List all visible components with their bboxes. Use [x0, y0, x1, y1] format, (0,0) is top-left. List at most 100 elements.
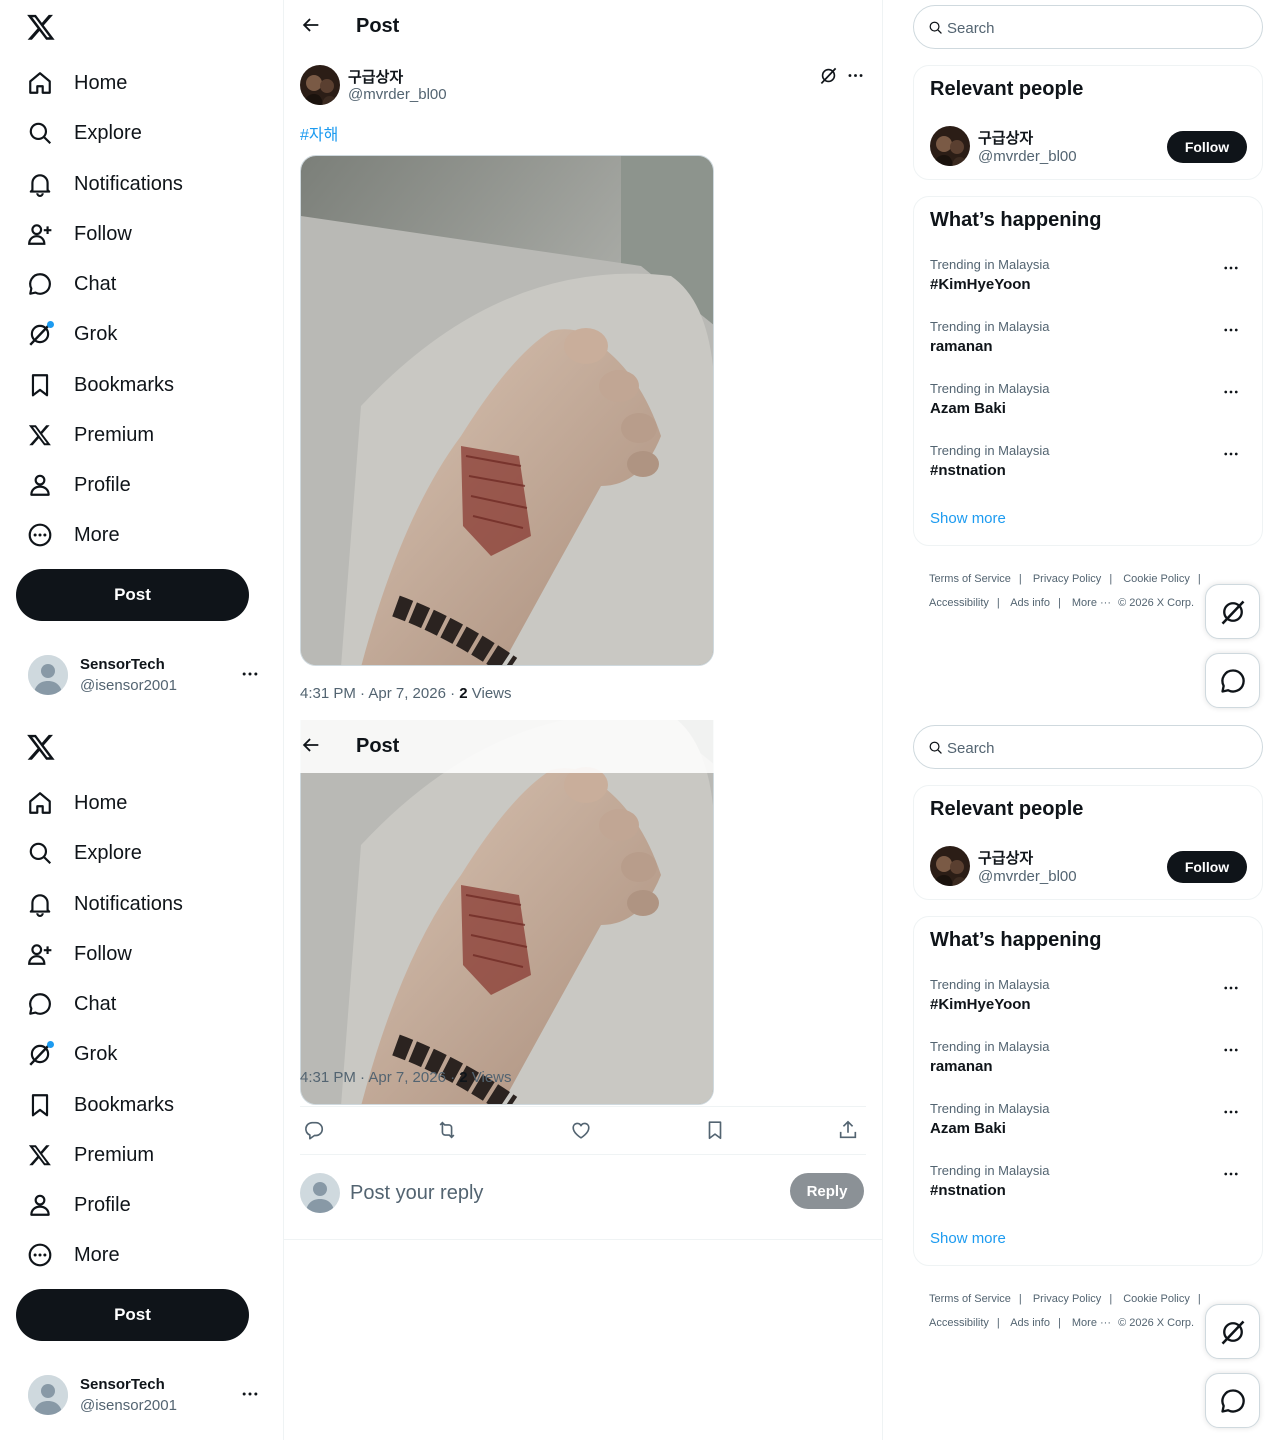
like-icon[interactable] — [570, 1119, 594, 1143]
x-logo-icon[interactable] — [26, 732, 58, 764]
nav-explore[interactable]: Explore — [16, 111, 142, 155]
more-dots-icon[interactable] — [1222, 979, 1240, 997]
search-input[interactable] — [947, 737, 1247, 759]
nav-grok[interactable]: Grok — [16, 312, 117, 356]
account-handle: @isensor2001 — [80, 1397, 177, 1414]
trend-item[interactable]: Trending in Malaysia #KimHyeYoon — [930, 977, 1248, 1027]
post-image[interactable] — [300, 720, 714, 1105]
share-icon[interactable] — [837, 1119, 861, 1143]
chat-fab[interactable] — [1205, 1373, 1260, 1428]
footer-link[interactable]: Accessibility — [929, 1317, 989, 1329]
author-avatar[interactable] — [300, 65, 340, 105]
account-switcher[interactable]: SensorTech @isensor2001 — [28, 1374, 268, 1416]
search-box[interactable] — [913, 5, 1263, 49]
divider — [284, 1239, 883, 1240]
footer-link[interactable]: Terms of Service — [929, 573, 1011, 585]
trend-item[interactable]: Trending in Malaysia #nstnation — [930, 443, 1248, 493]
nav-premium[interactable]: Premium — [16, 413, 154, 457]
search-input[interactable] — [947, 17, 1247, 39]
trend-item[interactable]: Trending in Malaysia ramanan — [930, 319, 1248, 369]
show-more-link[interactable]: Show more — [930, 1230, 1006, 1247]
more-dots-icon[interactable] — [1222, 321, 1240, 339]
person-name[interactable]: 구급상자 — [978, 127, 1033, 148]
retweet-icon[interactable] — [436, 1119, 460, 1143]
footer-link[interactable]: Ads info — [1010, 1317, 1050, 1329]
avatar[interactable] — [930, 126, 970, 166]
whats-happening-card: What’s happening Trending in Malaysia #Ki… — [913, 196, 1263, 546]
grok-icon — [26, 1040, 54, 1068]
nav-follow[interactable]: Follow — [16, 932, 132, 976]
post-header: Post — [284, 720, 724, 773]
nav-bookmarks[interactable]: Bookmarks — [16, 1083, 174, 1127]
footer-link[interactable]: Accessibility — [929, 597, 989, 609]
nav-chat[interactable]: Chat — [16, 262, 116, 306]
more-dots-icon[interactable] — [240, 664, 260, 684]
nav-explore[interactable]: Explore — [16, 831, 142, 875]
grok-fab[interactable] — [1205, 1304, 1260, 1359]
footer-link[interactable]: Cookie Policy — [1123, 1293, 1190, 1305]
person-handle[interactable]: @mvrder_bl00 — [978, 148, 1077, 165]
reply-button[interactable]: Reply — [790, 1173, 864, 1209]
trend-item[interactable]: Trending in Malaysia #KimHyeYoon — [930, 257, 1248, 307]
bookmark-icon — [26, 1091, 54, 1119]
author-handle[interactable]: @mvrder_bl00 — [348, 86, 447, 103]
more-dots-icon[interactable] — [1222, 445, 1240, 463]
trend-item[interactable]: Trending in Malaysia Azam Baki — [930, 381, 1248, 431]
more-dots-icon[interactable] — [1222, 383, 1240, 401]
follow-button[interactable]: Follow — [1167, 851, 1247, 883]
person-name[interactable]: 구급상자 — [978, 847, 1033, 868]
grok-fab[interactable] — [1205, 584, 1260, 639]
nav-premium[interactable]: Premium — [16, 1133, 154, 1177]
footer-link[interactable]: Ads info — [1010, 597, 1050, 609]
bookmark-icon[interactable] — [704, 1119, 728, 1143]
nav-notifications[interactable]: Notifications — [16, 882, 183, 926]
footer-link[interactable]: More ··· — [1072, 1317, 1111, 1329]
reply-input[interactable] — [350, 1178, 770, 1208]
post-button[interactable]: Post — [16, 569, 249, 621]
nav-notifications[interactable]: Notifications — [16, 162, 183, 206]
more-dots-icon[interactable] — [1222, 1165, 1240, 1183]
more-dots-icon[interactable] — [846, 66, 866, 86]
nav-profile[interactable]: Profile — [16, 463, 131, 507]
nav-home[interactable]: Home — [16, 781, 127, 825]
grok-icon[interactable] — [819, 66, 839, 86]
trend-item[interactable]: Trending in Malaysia #nstnation — [930, 1163, 1248, 1213]
post-image[interactable] — [300, 155, 714, 666]
post-button[interactable]: Post — [16, 1289, 249, 1341]
author-name[interactable]: 구급상자 — [348, 66, 403, 87]
card-title: Relevant people — [930, 798, 1084, 820]
more-dots-icon[interactable] — [1222, 1041, 1240, 1059]
back-arrow-icon[interactable] — [300, 734, 324, 758]
nav-more[interactable]: More — [16, 513, 120, 557]
footer-link[interactable]: Terms of Service — [929, 1293, 1011, 1305]
more-dots-icon[interactable] — [1222, 1103, 1240, 1121]
account-switcher[interactable]: SensorTech @isensor2001 — [28, 654, 268, 696]
footer-link[interactable]: Privacy Policy — [1033, 573, 1101, 585]
footer-link[interactable]: Cookie Policy — [1123, 573, 1190, 585]
footer-link[interactable]: Privacy Policy — [1033, 1293, 1101, 1305]
nav-follow[interactable]: Follow — [16, 212, 132, 256]
nav-chat[interactable]: Chat — [16, 982, 116, 1026]
nav-home[interactable]: Home — [16, 61, 127, 105]
trend-item[interactable]: Trending in Malaysia Azam Baki — [930, 1101, 1248, 1151]
footer-link[interactable]: More ··· — [1072, 597, 1111, 609]
follow-button[interactable]: Follow — [1167, 131, 1247, 163]
reply-icon[interactable] — [303, 1119, 327, 1143]
x-logo-icon[interactable] — [26, 12, 58, 44]
person-handle[interactable]: @mvrder_bl00 — [978, 868, 1077, 885]
nav-bookmarks[interactable]: Bookmarks — [16, 363, 174, 407]
more-dots-icon[interactable] — [240, 1384, 260, 1404]
trend-item[interactable]: Trending in Malaysia ramanan — [930, 1039, 1248, 1089]
nav-grok[interactable]: Grok — [16, 1032, 117, 1076]
chat-fab[interactable] — [1205, 653, 1260, 708]
nav-profile[interactable]: Profile — [16, 1183, 131, 1227]
notification-dot — [47, 321, 54, 328]
show-more-link[interactable]: Show more — [930, 510, 1006, 527]
avatar[interactable] — [930, 846, 970, 886]
search-box[interactable] — [913, 725, 1263, 769]
hashtag-link[interactable]: #자해 — [300, 121, 338, 145]
nav-more[interactable]: More — [16, 1233, 120, 1277]
post-timestamp: 4:31 PM · Apr 7, 2026 · 2 Views — [300, 685, 512, 702]
more-dots-icon[interactable] — [1222, 259, 1240, 277]
back-arrow-icon[interactable] — [300, 14, 324, 38]
